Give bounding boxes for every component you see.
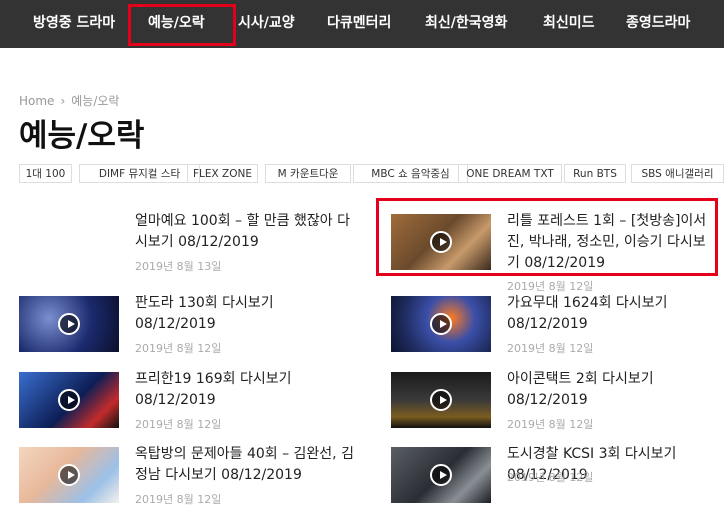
tag-one-dream-txt[interactable]: ONE DREAM TXT: [458, 164, 562, 183]
breadcrumb-current: 예능/오락: [71, 94, 120, 108]
tag-sbs-ani-gallery[interactable]: SBS 애니갤러리: [631, 164, 724, 183]
nav-item-us-drama[interactable]: 최신미드: [543, 0, 595, 48]
list-item: 얼마예요 100회 – 할 만큼 했잖아 다시보기 08/12/2019 201…: [19, 208, 359, 278]
play-icon: [430, 389, 452, 411]
nav-item-documentary[interactable]: 다큐멘터리: [327, 0, 391, 48]
tag-1vs100[interactable]: 1대 100: [19, 164, 72, 183]
post-thumbnail[interactable]: [19, 447, 119, 503]
play-icon: [430, 231, 452, 253]
post-date: 2019년 8월 13일: [135, 260, 222, 273]
play-icon: [58, 313, 80, 335]
post-date: 2019년 8월 12일: [135, 418, 222, 431]
nav-item-current-drama[interactable]: 방영중 드라마: [33, 0, 115, 48]
post-title[interactable]: 가요무대 1624회 다시보기 08/12/2019: [507, 293, 717, 335]
post-title[interactable]: 아이콘택트 2회 다시보기 08/12/2019: [507, 369, 717, 411]
nav-item-movies[interactable]: 최신/한국영화: [425, 0, 507, 48]
list-item: 옥탑방의 문제아들 40회 – 김완선, 김정남 다시보기 08/12/2019…: [19, 443, 359, 515]
list-item: 도시경찰 KCSI 3회 다시보기 08/12/2019 2019년 8월 12…: [391, 443, 721, 515]
post-title[interactable]: 리틀 포레스트 1회 – [첫방송]이서진, 박나래, 정소민, 이승기 다시보…: [507, 211, 717, 274]
play-icon: [430, 464, 452, 486]
tag-m-countdown[interactable]: M 카운트다운: [265, 164, 351, 183]
play-icon: [430, 313, 452, 335]
post-date: 2019년 8월 12일: [507, 342, 594, 355]
nav-item-ended-drama[interactable]: 종영드라마: [626, 0, 690, 48]
post-thumbnail[interactable]: [391, 372, 491, 428]
list-item: 판도라 130회 다시보기 08/12/2019 2019년 8월 12일: [19, 292, 359, 356]
post-date: 2019년 8월 12일: [135, 493, 222, 506]
post-date: 2019년 8월 12일: [507, 418, 594, 431]
nav-item-current-affairs[interactable]: 시사/교양: [238, 0, 295, 48]
post-date: 2019년 8월 12일: [135, 342, 222, 355]
list-item: 프리한19 169회 다시보기 08/12/2019 2019년 8월 12일: [19, 368, 359, 432]
top-nav: 방영중 드라마 예능/오락 시사/교양 다큐멘터리 최신/한국영화 최신미드 종…: [0, 0, 724, 48]
post-thumbnail[interactable]: [391, 447, 491, 503]
play-icon: [58, 464, 80, 486]
list-item: 가요무대 1624회 다시보기 08/12/2019 2019년 8월 12일: [391, 292, 721, 356]
post-title[interactable]: 프리한19 169회 다시보기 08/12/2019: [135, 369, 357, 411]
page-title: 예능/오락: [19, 118, 145, 154]
list-item: 리틀 포레스트 1회 – [첫방송]이서진, 박나래, 정소민, 이승기 다시보…: [391, 208, 721, 293]
breadcrumb-home-link[interactable]: Home: [19, 94, 54, 108]
list-item: 아이콘택트 2회 다시보기 08/12/2019 2019년 8월 12일: [391, 368, 721, 432]
post-thumbnail[interactable]: [391, 214, 491, 270]
post-title[interactable]: 판도라 130회 다시보기 08/12/2019: [135, 293, 357, 335]
post-title[interactable]: 옥탑방의 문제아들 40회 – 김완선, 김정남 다시보기 08/12/2019: [135, 444, 357, 486]
post-title[interactable]: 얼마예요 100회 – 할 만큼 했잖아 다시보기 08/12/2019: [135, 211, 357, 253]
tag-dimf[interactable]: DIMF 뮤지컬 스타: [79, 164, 200, 183]
play-icon: [58, 389, 80, 411]
breadcrumb: Home › 예능/오락: [19, 92, 119, 109]
post-date: 2019년 8월 12일: [507, 471, 594, 484]
breadcrumb-separator: ›: [60, 94, 66, 108]
post-thumbnail[interactable]: [19, 372, 119, 428]
tag-run-bts[interactable]: Run BTS: [564, 164, 626, 183]
tag-mbc-music-core[interactable]: MBC 쇼 음악중심: [353, 164, 468, 183]
post-thumbnail[interactable]: [391, 296, 491, 352]
post-thumbnail[interactable]: [19, 296, 119, 352]
nav-item-variety[interactable]: 예능/오락: [148, 0, 205, 48]
tag-flex-zone[interactable]: FLEX ZONE: [187, 164, 258, 183]
